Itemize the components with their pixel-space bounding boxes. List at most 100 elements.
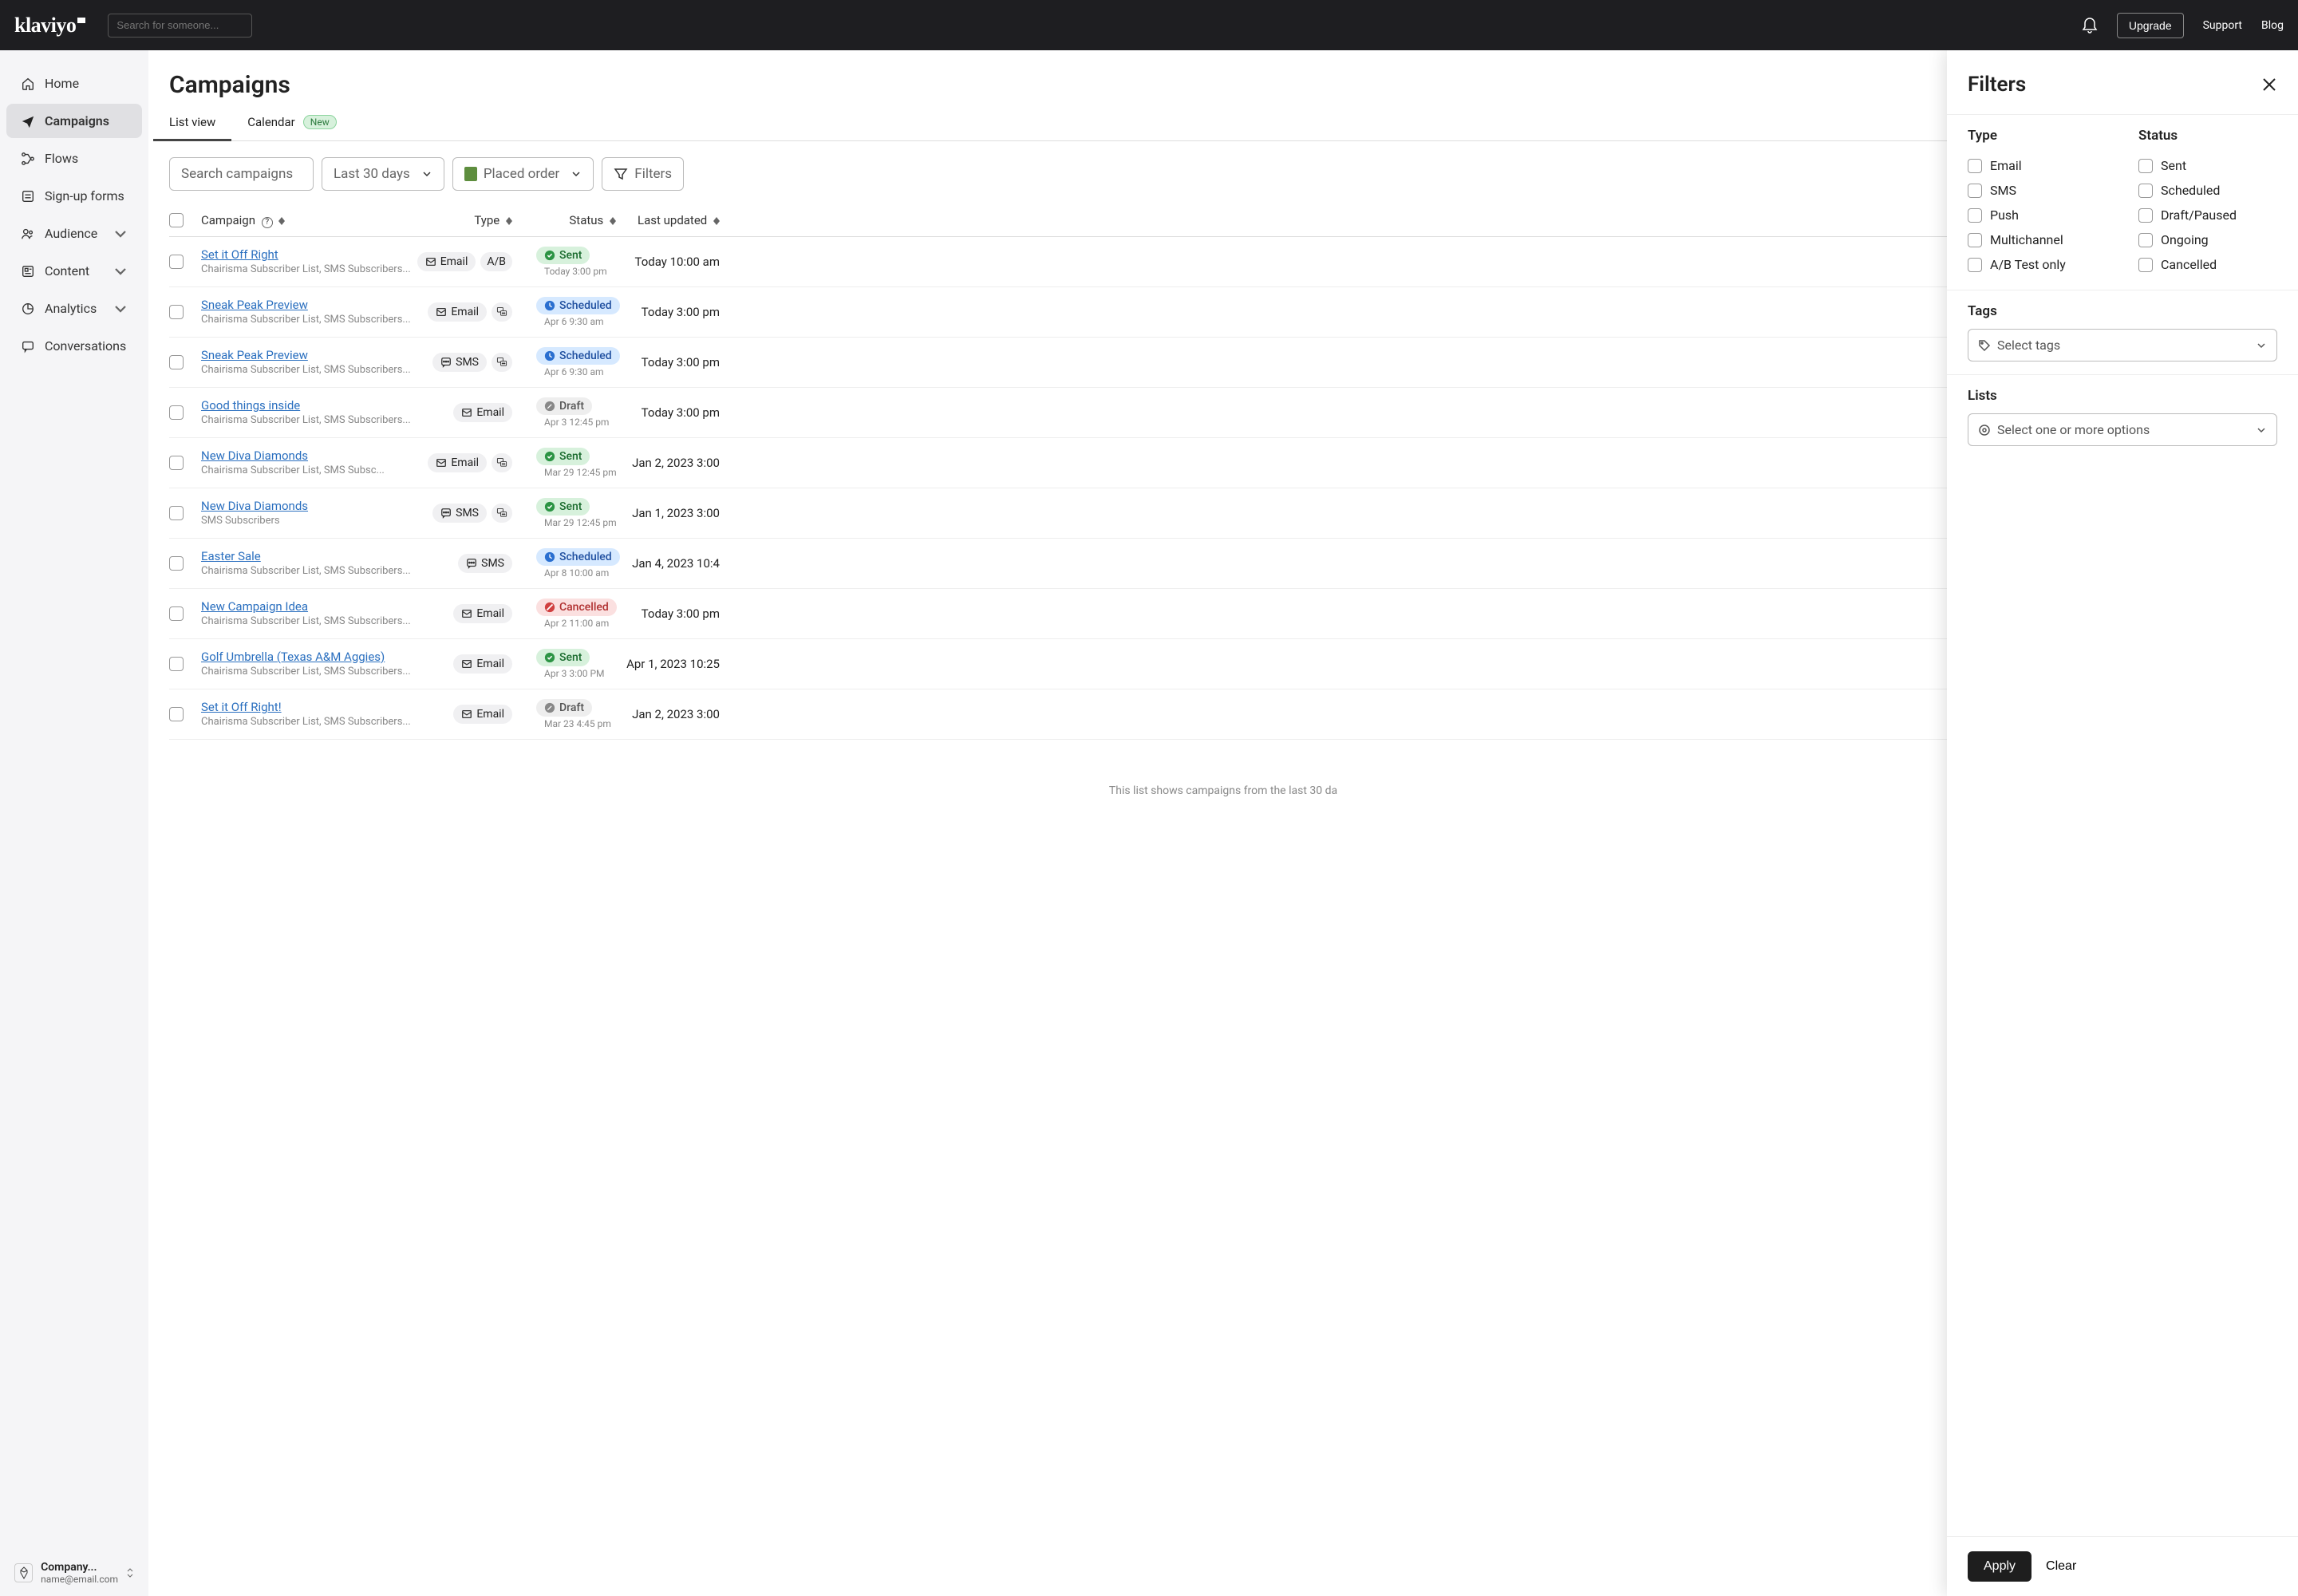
row-checkbox[interactable] [169, 606, 184, 621]
global-search[interactable] [108, 14, 252, 38]
option-label: A/B Test only [1990, 257, 2066, 272]
panel-title: Filters [1968, 73, 2026, 97]
status-time: Mar 29 12:45 pm [536, 467, 624, 478]
sidebar-item-conversations[interactable]: Conversations [6, 329, 142, 363]
company-logo-icon [14, 1563, 33, 1582]
campaign-sublist: Chairisma Subscriber List, SMS Subscribe… [201, 666, 424, 678]
col-type[interactable]: Type [432, 213, 528, 227]
campaign-name-link[interactable]: Good things inside [201, 398, 432, 413]
blog-link[interactable]: Blog [2261, 19, 2284, 32]
row-checkbox[interactable] [169, 355, 184, 369]
date-range-select[interactable]: Last 30 days [322, 157, 444, 191]
checkbox[interactable] [1968, 159, 1982, 173]
filter-type-option[interactable]: A/B Test only [1968, 252, 2106, 277]
topbar: klaviyo Upgrade Support Blog [0, 0, 2298, 50]
row-checkbox[interactable] [169, 707, 184, 721]
checkbox[interactable] [2138, 159, 2153, 173]
send-icon [21, 114, 35, 128]
sidebar-item-content[interactable]: Content [6, 254, 142, 288]
chevron-down-icon [113, 264, 128, 279]
last-updated: Today 3:00 pm [624, 606, 720, 621]
row-checkbox[interactable] [169, 556, 184, 571]
row-checkbox[interactable] [169, 405, 184, 420]
account-switcher[interactable]: Company... name@email.com [0, 1550, 148, 1596]
filter-status-option[interactable]: Cancelled [2138, 252, 2277, 277]
checkbox[interactable] [1968, 208, 1982, 223]
campaign-name-link[interactable]: Sneak Peak Preview [201, 348, 432, 362]
multichannel-pill [492, 453, 512, 472]
status-badge: Sent [536, 448, 590, 465]
sidebar-item-signup-forms[interactable]: Sign-up forms [6, 179, 142, 213]
filter-status-option[interactable]: Sent [2138, 153, 2277, 178]
upgrade-button[interactable]: Upgrade [2117, 13, 2184, 38]
checkbox[interactable] [2138, 258, 2153, 272]
checkbox[interactable] [1968, 184, 1982, 198]
checkbox[interactable] [1968, 233, 1982, 247]
campaign-name-link[interactable]: New Campaign Idea [201, 599, 432, 614]
campaign-name-link[interactable]: Easter Sale [201, 549, 432, 563]
sidebar-item-audience[interactable]: Audience [6, 216, 142, 251]
sidebar-item-analytics[interactable]: Analytics [6, 291, 142, 326]
tab-calendar[interactable]: CalendarNew [247, 115, 336, 140]
checkbox[interactable] [2138, 184, 2153, 198]
campaign-name-link[interactable]: Set it Off Right [201, 247, 432, 262]
filter-status-option[interactable]: Ongoing [2138, 227, 2277, 252]
sort-icon [278, 217, 285, 225]
option-label: Cancelled [2161, 257, 2217, 272]
last-updated: Jan 2, 2023 3:00 [624, 707, 720, 721]
col-status[interactable]: Status [528, 213, 624, 227]
chevron-down-icon [113, 302, 128, 316]
campaign-name-link[interactable]: Set it Off Right! [201, 700, 432, 714]
filters-button[interactable]: Filters [602, 157, 684, 191]
tab-list-view[interactable]: List view [169, 115, 215, 140]
flows-icon [21, 152, 35, 166]
campaign-sublist: Chairisma Subscriber List, SMS Subsc... [201, 464, 424, 476]
campaign-name-link[interactable]: Sneak Peak Preview [201, 298, 432, 312]
checkbox[interactable] [2138, 208, 2153, 223]
help-icon[interactable]: ? [262, 217, 273, 228]
status-time: Today 3:00 pm [536, 266, 624, 277]
checkbox[interactable] [1968, 258, 1982, 272]
metric-select[interactable]: Placed order [452, 157, 594, 191]
sidebar-item-flows[interactable]: Flows [6, 141, 142, 176]
filter-tags-heading: Tags [1968, 303, 2277, 319]
checkbox[interactable] [2138, 233, 2153, 247]
filter-type-option[interactable]: Multichannel [1968, 227, 2106, 252]
campaign-name-link[interactable]: Golf Umbrella (Texas A&M Aggies) [201, 650, 432, 664]
filter-status-option[interactable]: Draft/Paused [2138, 203, 2277, 227]
bell-icon[interactable] [2082, 17, 2098, 34]
select-all-checkbox[interactable] [169, 213, 184, 227]
type-pill: Email [417, 252, 476, 271]
filter-type-option[interactable]: Email [1968, 153, 2106, 178]
row-checkbox[interactable] [169, 456, 184, 470]
campaign-name-link[interactable]: New Diva Diamonds [201, 448, 432, 463]
chevron-down-icon [113, 227, 128, 241]
global-search-input[interactable] [116, 19, 257, 31]
filter-type-option[interactable]: Push [1968, 203, 2106, 227]
multichannel-pill [492, 302, 512, 322]
support-link[interactable]: Support [2203, 19, 2242, 32]
search-campaigns-input[interactable]: Search campaigns [169, 157, 314, 191]
filter-type-option[interactable]: SMS [1968, 178, 2106, 203]
col-campaign[interactable]: Campaign ? [201, 213, 432, 228]
apply-button[interactable]: Apply [1968, 1551, 2031, 1582]
row-checkbox[interactable] [169, 657, 184, 671]
campaign-sublist: Chairisma Subscriber List, SMS Subscribe… [201, 565, 424, 577]
status-badge: Scheduled [536, 548, 620, 566]
row-checkbox[interactable] [169, 305, 184, 319]
clear-button[interactable]: Clear [2046, 1559, 2076, 1574]
close-icon[interactable] [2261, 77, 2277, 93]
status-badge: Sent [536, 649, 590, 666]
campaign-name-link[interactable]: New Diva Diamonds [201, 499, 432, 513]
sidebar-item-home[interactable]: Home [6, 66, 142, 101]
tags-select[interactable]: Select tags [1968, 329, 2277, 361]
row-checkbox[interactable] [169, 506, 184, 520]
sort-icon [713, 217, 720, 225]
filter-status-option[interactable]: Scheduled [2138, 178, 2277, 203]
row-checkbox[interactable] [169, 255, 184, 269]
col-last-updated[interactable]: Last updated [624, 213, 720, 227]
last-updated: Today 3:00 pm [624, 355, 720, 369]
lists-select[interactable]: Select one or more options [1968, 413, 2277, 446]
logo[interactable]: klaviyo [14, 14, 85, 38]
sidebar-item-campaigns[interactable]: Campaigns [6, 104, 142, 138]
